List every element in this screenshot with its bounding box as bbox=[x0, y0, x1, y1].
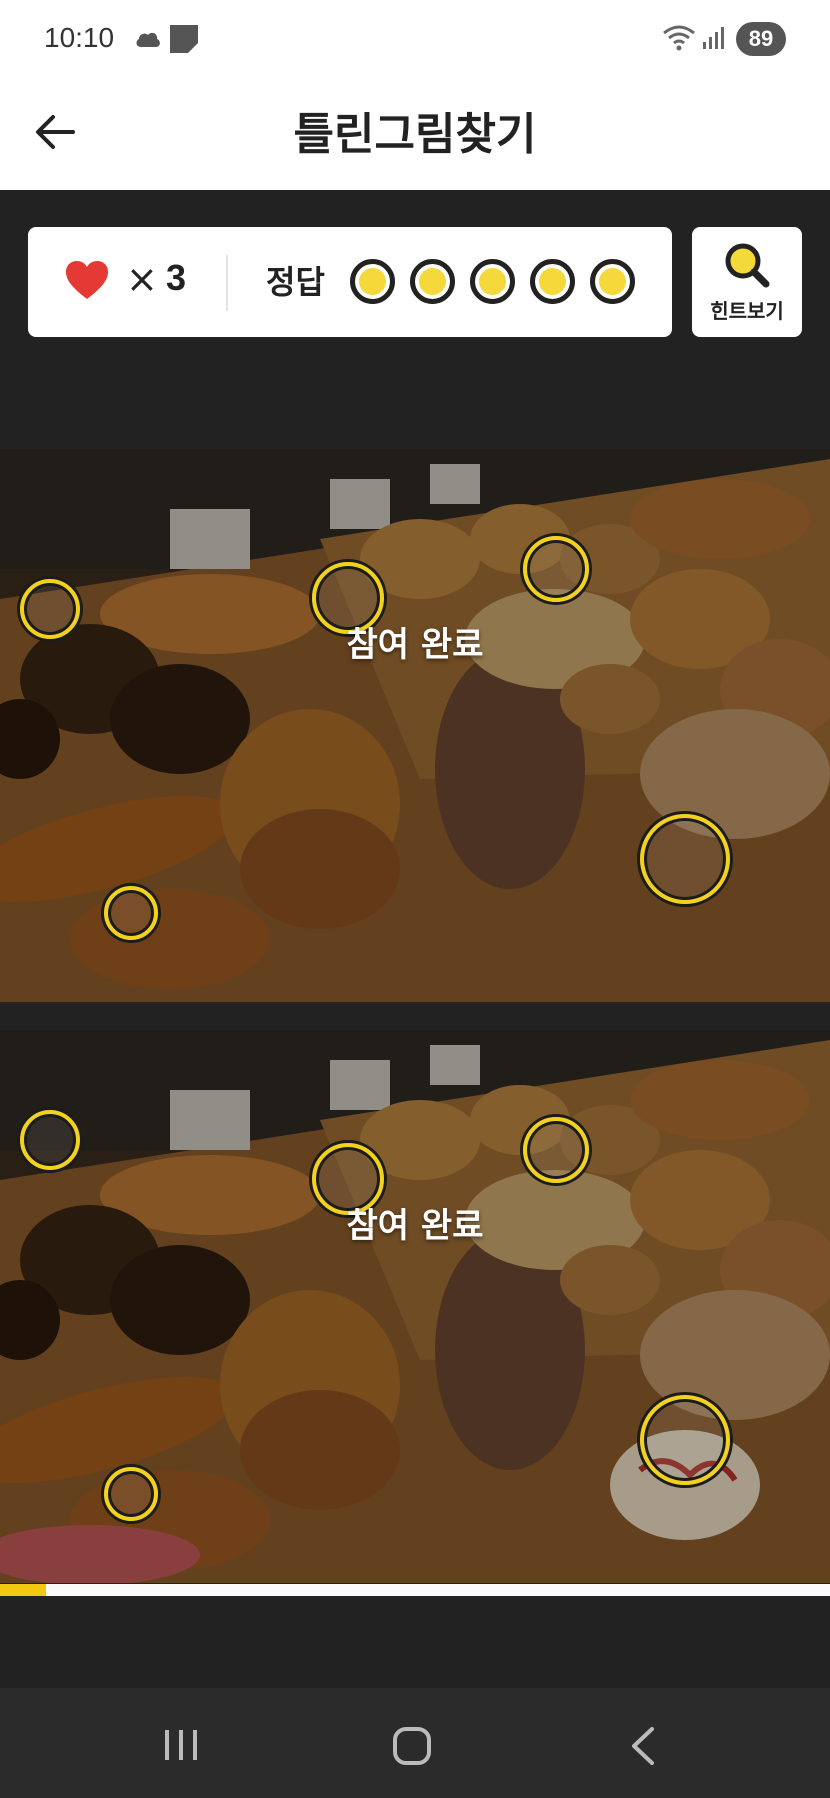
found-circle bbox=[20, 1110, 80, 1170]
completed-label: 참여 완료 bbox=[346, 1206, 484, 1246]
wifi-icon bbox=[663, 25, 695, 51]
found-circle bbox=[523, 536, 589, 602]
answer-slots bbox=[350, 259, 635, 304]
status-panel: × 3 정답 bbox=[28, 227, 672, 337]
note-icon bbox=[170, 25, 198, 53]
puzzle-image-bottom[interactable]: 참여 완료 bbox=[0, 1030, 830, 1583]
signal-icon bbox=[703, 27, 724, 49]
hint-label: 힌트보기 bbox=[710, 299, 784, 323]
progress-track bbox=[0, 1584, 830, 1596]
status-bar: 10:10 89 bbox=[0, 0, 830, 80]
home-icon[interactable] bbox=[392, 1726, 432, 1766]
panel-divider bbox=[226, 255, 228, 311]
magnifier-icon bbox=[725, 243, 770, 288]
found-circle bbox=[523, 1117, 589, 1183]
back-icon[interactable] bbox=[628, 1726, 658, 1766]
page-title: 틀린그림찾기 bbox=[293, 109, 537, 160]
system-nav-bar bbox=[0, 1688, 830, 1798]
lives-count: 3 bbox=[166, 257, 187, 298]
completed-label: 참여 완료 bbox=[346, 625, 484, 665]
lives-multiplier: × bbox=[126, 257, 158, 301]
recents-icon[interactable] bbox=[162, 1728, 200, 1762]
answer-label: 정답 bbox=[266, 263, 325, 301]
answer-slot bbox=[530, 259, 575, 304]
puzzle-image-top[interactable]: 참여 완료 bbox=[0, 449, 830, 1002]
heart-icon bbox=[66, 261, 108, 299]
found-circle bbox=[640, 814, 730, 904]
battery-badge: 89 bbox=[736, 22, 786, 56]
found-circle bbox=[640, 1395, 730, 1485]
answer-slot bbox=[410, 259, 455, 304]
hint-button[interactable]: 힌트보기 bbox=[692, 227, 802, 337]
app-bar: 틀린그림찾기 bbox=[0, 80, 830, 190]
progress-fill bbox=[0, 1584, 46, 1596]
status-time: 10:10 bbox=[44, 22, 115, 53]
answer-slot bbox=[470, 259, 515, 304]
answer-slot bbox=[590, 259, 635, 304]
found-circle bbox=[104, 1467, 158, 1521]
found-circle bbox=[104, 886, 158, 940]
cloud-icon bbox=[136, 32, 160, 47]
answer-slot bbox=[350, 259, 395, 304]
